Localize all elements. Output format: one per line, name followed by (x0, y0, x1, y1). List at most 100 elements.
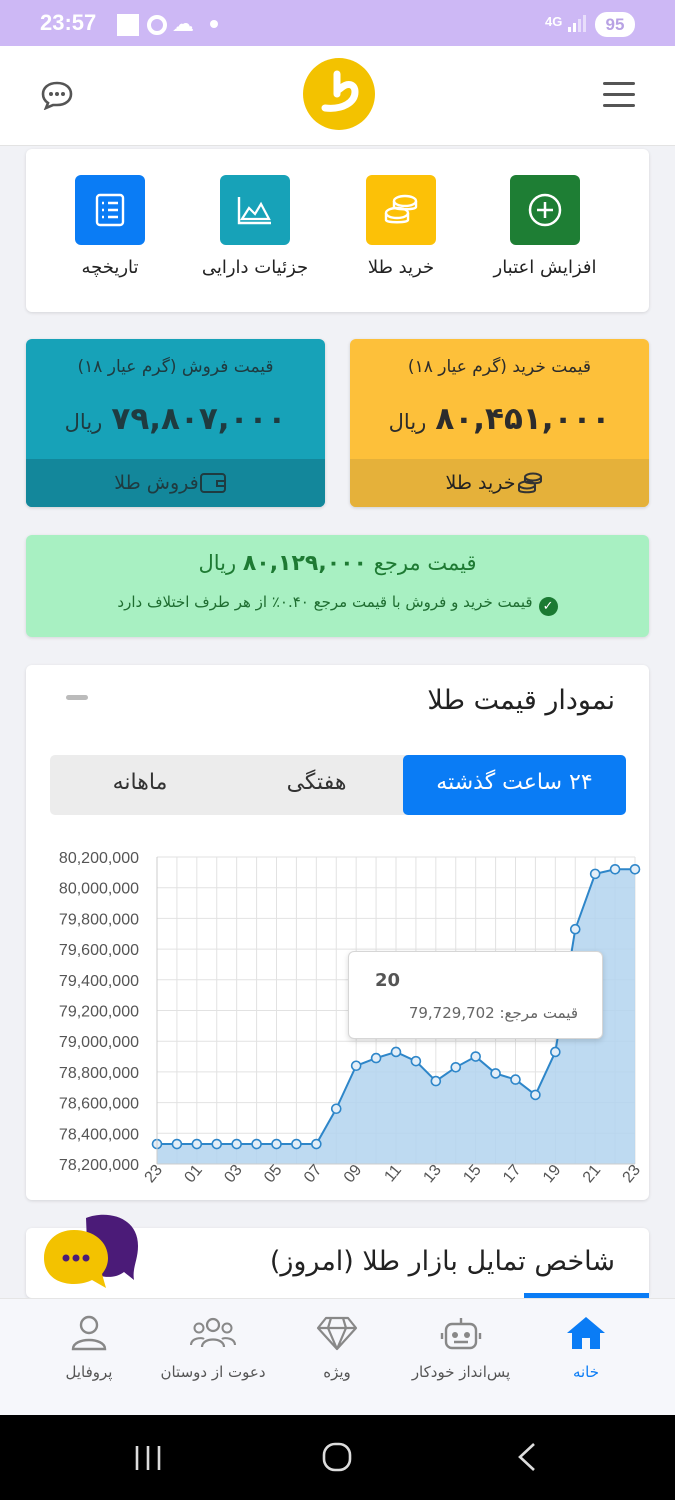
x-tick-label: 05 (261, 1162, 286, 1187)
chart-tooltip: 20 قیمت مرجع: 79,729,702 (348, 951, 603, 1039)
data-point (251, 1138, 262, 1150)
add-credit-button[interactable]: افزایش اعتبار (470, 175, 620, 278)
reference-note-line: ✓ قیمت خرید و فروش با قیمت مرجع ۰.۴۰٪ از … (26, 593, 649, 616)
support-chat-bubble-icon[interactable] (44, 1210, 140, 1296)
y-tick-label: 79,800,000 (59, 911, 139, 928)
signal-icon (568, 15, 586, 32)
x-tick-label: 03 (221, 1162, 246, 1187)
reference-price-label: قیمت مرجع (373, 551, 477, 575)
buy-price-card: قیمت خرید (گرم عیار ۱۸) ۸۰,۴۵۱,۰۰۰ ریال … (350, 339, 649, 507)
data-point (530, 1089, 541, 1101)
tab-weekly[interactable]: هفتگی (230, 755, 403, 815)
data-point (231, 1138, 242, 1150)
sell-gold-button[interactable]: فروش طلا (26, 459, 325, 507)
sell-price-card: قیمت فروش (گرم عیار ۱۸) ۷۹,۸۰۷,۰۰۰ ریال … (26, 339, 325, 507)
sell-price-title: قیمت فروش (گرم عیار ۱۸) (77, 357, 274, 377)
buy-price-unit: ریال (388, 410, 427, 434)
sell-price-amount: ۷۹,۸۰۷,۰۰۰ ریال (26, 401, 325, 437)
y-tick-label: 78,600,000 (59, 1096, 139, 1113)
reference-note: قیمت خرید و فروش با قیمت مرجع ۰.۴۰٪ از ه… (117, 593, 533, 611)
notification-square-icon (117, 14, 139, 36)
nav-home[interactable]: خانه (521, 1315, 651, 1381)
asset-details-button[interactable]: جزئیات دارایی (180, 175, 330, 278)
add-credit-label: افزایش اعتبار (493, 257, 597, 278)
sell-price-value: ۷۹,۸۰۷,۰۰۰ (111, 401, 287, 437)
x-tick-label: 23 (142, 1162, 167, 1187)
logo-mark-icon (321, 70, 359, 112)
nav-special[interactable]: ویژه (272, 1315, 402, 1381)
tooltip-title: 20 (375, 970, 401, 991)
sell-gold-button-label: فروش طلا (114, 472, 199, 494)
nav-auto-saving-label: پس‌انداز خودکار (411, 1363, 511, 1381)
buy-gold-action-label: خرید طلا (367, 257, 435, 278)
status-time: 23:57 (40, 10, 97, 35)
status-bar: 23:57 ☁ 4G 95 (0, 0, 675, 46)
data-point (510, 1074, 521, 1085)
tooltip-series-label: قیمت مرجع: (499, 1004, 579, 1022)
data-point (350, 1060, 362, 1072)
home-icon (567, 1317, 605, 1349)
data-point (569, 923, 581, 935)
brand-logo[interactable] (303, 58, 375, 130)
chat-bubble-icon[interactable] (40, 80, 74, 110)
y-tick-label: 78,400,000 (59, 1126, 139, 1143)
tab-24-hours[interactable]: ۲۴ ساعت گذشته (403, 755, 626, 815)
reference-price-value: ۸۰,۱۲۹,۰۰۰ (242, 551, 367, 576)
data-point (410, 1055, 422, 1067)
nav-special-label: ویژه (323, 1363, 351, 1381)
x-tick-label: 09 (341, 1162, 366, 1187)
tab-monthly[interactable]: ماهانه (50, 755, 230, 815)
nav-auto-saving[interactable]: پس‌انداز خودکار (396, 1315, 526, 1381)
battery-level: 95 (595, 12, 635, 37)
x-tick-label: 01 (181, 1162, 206, 1187)
nav-invite-friends[interactable]: دعوت از دوستان (148, 1315, 278, 1381)
collapse-icon[interactable] (66, 695, 88, 700)
x-tick-label: 11 (381, 1162, 405, 1186)
back-icon[interactable] (512, 1441, 542, 1473)
x-tick-label: 19 (540, 1162, 565, 1187)
y-tick-label: 80,200,000 (59, 850, 139, 867)
reference-price-line: قیمت مرجع ۸۰,۱۲۹,۰۰۰ ریال (26, 551, 649, 576)
chrome-icon (147, 15, 167, 35)
y-tick-label: 78,200,000 (59, 1157, 139, 1174)
buy-price-amount: ۸۰,۴۵۱,۰۰۰ ریال (350, 401, 649, 437)
data-point (609, 863, 621, 875)
app-header (0, 46, 675, 146)
gold-price-chart-card: نمودار قیمت طلا ۲۴ ساعت گذشته هفتگی ماها… (26, 665, 649, 1200)
data-point (470, 1051, 481, 1062)
buy-gold-button[interactable]: خرید طلا (350, 459, 649, 507)
nav-home-label: خانه (572, 1363, 600, 1381)
data-point (370, 1052, 382, 1064)
buy-gold-button-label: خرید طلا (445, 472, 516, 494)
data-point (629, 863, 641, 875)
wallet-icon (199, 473, 226, 493)
notification-dot-icon (210, 20, 218, 28)
user-icon (71, 1315, 107, 1351)
list-icon (75, 175, 145, 245)
home-circle-icon[interactable] (321, 1441, 353, 1473)
data-point (191, 1138, 203, 1150)
buy-gold-action-button[interactable]: خرید طلا (326, 175, 476, 278)
y-tick-label: 79,600,000 (59, 942, 139, 959)
robot-icon (440, 1318, 482, 1350)
area-chart-icon (220, 175, 290, 245)
data-point (291, 1138, 302, 1150)
data-point (390, 1046, 402, 1058)
hamburger-icon[interactable] (603, 82, 635, 108)
y-tick-label: 78,800,000 (59, 1065, 139, 1082)
data-point (271, 1138, 282, 1150)
sentiment-title: شاخص تمایل بازار طلا (امروز) (269, 1246, 615, 1277)
quick-actions-card: افزایش اعتبار خرید طلا جزئیات دارایی تار… (26, 149, 649, 312)
recent-apps-icon[interactable] (132, 1443, 164, 1473)
history-button[interactable]: تاریخچه (35, 175, 185, 278)
data-point (550, 1046, 561, 1058)
data-point (171, 1138, 183, 1150)
check-circle-icon: ✓ (538, 597, 558, 616)
nav-profile[interactable]: پروفایل (24, 1315, 154, 1381)
data-point (430, 1075, 442, 1087)
buy-price-title: قیمت خرید (گرم عیار ۱۸) (407, 357, 592, 377)
y-tick-label: 79,400,000 (59, 973, 139, 990)
x-tick-label: 13 (420, 1162, 445, 1187)
coins-icon (366, 175, 436, 245)
data-point (211, 1138, 223, 1150)
